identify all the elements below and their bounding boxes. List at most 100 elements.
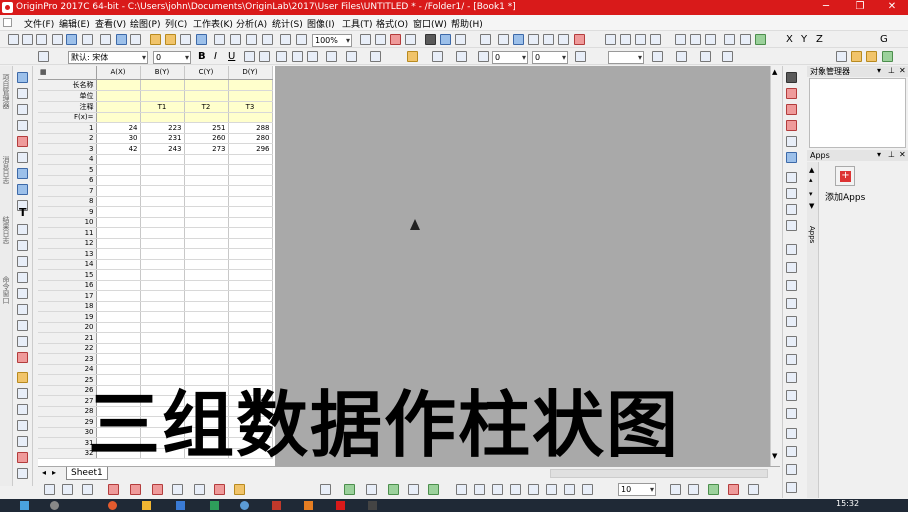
search-icon[interactable] (50, 501, 59, 510)
cell[interactable] (96, 79, 141, 91)
shrink-icon[interactable] (546, 484, 557, 495)
cell[interactable] (228, 322, 273, 333)
cell[interactable]: 223 (140, 122, 185, 134)
cell[interactable] (96, 269, 141, 281)
cell[interactable] (140, 79, 185, 91)
cell[interactable]: T2 (184, 101, 229, 113)
apps-scroll-down2-icon[interactable]: ▼ (809, 202, 814, 210)
row-number[interactable]: 5 (38, 164, 97, 176)
taskbar-app-3-icon[interactable] (176, 501, 185, 510)
bottom-size-select[interactable]: 10 (618, 483, 656, 496)
cell[interactable] (96, 206, 141, 218)
row-number[interactable]: 9 (38, 206, 97, 218)
cell[interactable]: 42 (96, 143, 141, 155)
line-pattern-select[interactable]: 0 (532, 51, 568, 64)
recalculate-icon[interactable] (262, 34, 273, 45)
menu-edit[interactable]: 编辑(E) (59, 17, 90, 30)
menu-file[interactable]: 文件(F) (24, 17, 54, 30)
row-number[interactable]: 6 (38, 175, 97, 186)
cell[interactable] (228, 248, 273, 260)
new-notes-icon[interactable] (130, 34, 141, 45)
cell[interactable] (96, 311, 141, 323)
palette-icon[interactable] (17, 372, 28, 383)
add-apps-label[interactable]: 添加Apps (825, 190, 865, 203)
taskbar-app-7-icon[interactable] (304, 501, 313, 510)
tab-prev-icon[interactable]: ◂ (42, 468, 46, 477)
batch-plot-icon[interactable] (280, 34, 291, 45)
area-plot-icon[interactable] (172, 484, 183, 495)
cell[interactable] (96, 90, 141, 102)
scroll-up-icon[interactable]: ▲ (772, 68, 777, 76)
results-log-icon[interactable] (440, 34, 451, 45)
cell[interactable] (140, 353, 185, 365)
pie-plot-icon[interactable] (194, 484, 205, 495)
group-button[interactable]: G (880, 34, 888, 45)
cell[interactable]: T1 (140, 101, 185, 113)
contour-plot-icon[interactable] (214, 484, 225, 495)
column-header[interactable]: B(Y) (140, 66, 185, 80)
cell[interactable] (96, 164, 141, 176)
column-header[interactable]: D(Y) (228, 66, 273, 80)
taskbar-app-1-icon[interactable] (108, 501, 117, 510)
menu-worksheet[interactable]: 工作表(K) (193, 17, 233, 30)
cell[interactable] (96, 101, 141, 113)
save-template-icon[interactable] (214, 34, 225, 45)
bold-button[interactable]: B (198, 51, 206, 62)
tilt-up-icon[interactable] (492, 484, 503, 495)
cell[interactable] (228, 175, 273, 186)
row-number[interactable]: 23 (38, 353, 97, 365)
table-tool-icon[interactable] (17, 468, 28, 479)
row-number[interactable]: 16 (38, 280, 97, 291)
cell[interactable] (228, 90, 273, 102)
template-plot-icon[interactable] (234, 484, 245, 495)
tool-16-icon[interactable] (786, 336, 797, 347)
cell[interactable]: 260 (184, 133, 229, 144)
tool-10-icon[interactable] (786, 220, 797, 231)
cell[interactable] (184, 269, 229, 281)
tool-18-icon[interactable] (786, 372, 797, 383)
column-header[interactable]: C(Y) (184, 66, 229, 80)
add-apps-icon[interactable]: + (835, 166, 855, 186)
open-icon[interactable] (150, 34, 161, 45)
taskbar-app-6-icon[interactable] (272, 501, 281, 510)
cell[interactable] (184, 311, 229, 323)
rotate-right-icon[interactable] (474, 484, 485, 495)
apps-side-tab[interactable]: Apps (808, 226, 816, 243)
row-number[interactable]: 3 (38, 143, 97, 155)
cell[interactable] (228, 79, 273, 91)
cell[interactable] (140, 343, 185, 354)
apps-close-icon[interactable]: ✕ (899, 150, 906, 159)
cell[interactable] (184, 112, 229, 123)
row-number[interactable]: 11 (38, 227, 97, 239)
italic-button[interactable]: I (214, 51, 217, 62)
cell[interactable] (140, 259, 185, 270)
taskbar-app-5-icon[interactable] (240, 501, 249, 510)
line-symbol-icon[interactable] (82, 484, 93, 495)
cell[interactable] (228, 290, 273, 302)
sort-icon[interactable] (528, 34, 539, 45)
cell[interactable] (140, 112, 185, 123)
cell[interactable] (184, 164, 229, 176)
cell[interactable] (228, 154, 273, 165)
cell[interactable] (228, 301, 273, 312)
taskbar-app-4-icon[interactable] (210, 501, 219, 510)
template-library-icon[interactable] (882, 51, 893, 62)
zoom-select[interactable]: 100% (312, 34, 352, 47)
tool-23-icon[interactable] (786, 464, 797, 475)
cell[interactable] (96, 322, 141, 333)
cell[interactable] (184, 343, 229, 354)
cell[interactable]: 280 (228, 133, 273, 144)
code-builder-icon[interactable] (480, 34, 491, 45)
pattern-color-icon[interactable] (432, 51, 443, 62)
rectangle-tool-icon[interactable] (17, 272, 28, 283)
menu-plot[interactable]: 绘图(P) (130, 17, 160, 30)
cell[interactable] (96, 185, 141, 197)
zoom-in-tool-icon[interactable] (17, 88, 28, 99)
move-left-icon[interactable] (605, 34, 616, 45)
tool-1-icon[interactable] (786, 72, 797, 83)
menu-analysis[interactable]: 分析(A) (236, 17, 267, 30)
cell[interactable] (184, 259, 229, 270)
image-tool-icon[interactable] (17, 436, 28, 447)
set-y-button[interactable]: Y (801, 34, 807, 45)
taskbar-app-8-icon[interactable] (368, 501, 377, 510)
